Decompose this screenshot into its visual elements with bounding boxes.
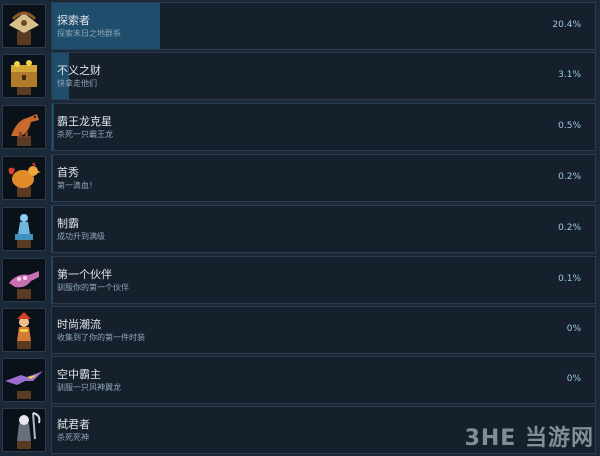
costume-icon	[2, 308, 46, 352]
achievement-description: 杀死死神	[57, 433, 89, 442]
rooster-icon	[2, 156, 46, 200]
achievement-row: 首秀 第一滴血！ 0.2%	[0, 154, 600, 204]
achievement-panel: 探索者 探索末日之地群系 20.4%	[51, 2, 596, 50]
unlock-percent: 0.5%	[558, 121, 581, 131]
progress-bar	[52, 257, 53, 303]
achievement-panel: 第一个伙伴 驯服你的第一个伙伴 0.1%	[51, 256, 596, 304]
achievement-description: 第一滴血！	[57, 181, 97, 190]
reaper-icon	[2, 408, 46, 452]
unlock-percent: 0.2%	[558, 223, 581, 233]
achievement-row: 探索者 探索末日之地群系 20.4%	[0, 2, 600, 52]
unlock-percent: 0%	[566, 374, 581, 384]
achievement-panel: 不义之财 快拿走他们 3.1%	[51, 52, 596, 100]
achievement-panel: 制霸 成功升到满级 0.2%	[51, 205, 596, 253]
achievement-panel: 首秀 第一滴血！ 0.2%	[51, 154, 596, 202]
achievement-title: 探索者	[57, 14, 90, 27]
achievement-description: 杀死一只霸王龙	[57, 130, 113, 139]
achievement-description: 驯服一只风神翼龙	[57, 383, 121, 392]
achievement-panel: 时尚潮流 收集到了你的第一件时装 0%	[51, 306, 596, 354]
achievement-row: 霸王龙克星 杀死一只霸王龙 0.5%	[0, 103, 600, 153]
achievement-description: 成功升到满级	[57, 232, 105, 241]
achievement-row: 时尚潮流 收集到了你的第一件时装 0%	[0, 306, 600, 356]
achievement-title: 霸王龙克星	[57, 115, 112, 128]
achievement-title: 首秀	[57, 166, 79, 179]
unlock-percent: 3.1%	[558, 70, 581, 80]
achievement-title: 第一个伙伴	[57, 268, 112, 281]
achievement-title: 不义之财	[57, 64, 101, 77]
achievement-row: 第一个伙伴 驯服你的第一个伙伴 0.1%	[0, 256, 600, 306]
achievement-description: 快拿走他们	[57, 79, 97, 88]
achievement-panel: 霸王龙克星 杀死一只霸王龙 0.5%	[51, 103, 596, 151]
progress-bar	[52, 206, 53, 252]
progress-bar	[52, 155, 53, 201]
achievement-row: 制霸 成功升到满级 0.2%	[0, 205, 600, 255]
achievement-panel: 空中霸主 驯服一只风神翼龙 0%	[51, 356, 596, 404]
achievement-description: 驯服你的第一个伙伴	[57, 283, 129, 292]
achievement-row: 不义之财 快拿走他们 3.1%	[0, 52, 600, 102]
treasure-chest-icon	[2, 54, 46, 98]
achievement-description: 探索末日之地群系	[57, 29, 121, 38]
progress-bar	[52, 104, 54, 150]
achievement-description: 收集到了你的第一件时装	[57, 333, 145, 342]
unlock-percent: 0.2%	[558, 172, 581, 182]
achievement-title: 弑君者	[57, 418, 90, 431]
statue-icon	[2, 207, 46, 251]
unlock-percent: 20.4%	[552, 20, 581, 30]
site-watermark: 3HE 当游网	[464, 426, 594, 451]
achievement-title: 制霸	[57, 217, 79, 230]
trex-icon	[2, 105, 46, 149]
achievement-title: 时尚潮流	[57, 318, 101, 331]
pterodactyl-icon	[2, 358, 46, 402]
treasure-map-icon	[2, 4, 46, 48]
unlock-percent: 0%	[566, 324, 581, 334]
unlock-percent: 0.1%	[558, 274, 581, 284]
achievement-row: 空中霸主 驯服一只风神翼龙 0%	[0, 356, 600, 406]
achievement-title: 空中霸主	[57, 368, 101, 381]
pet-dinosaur-icon	[2, 258, 46, 302]
